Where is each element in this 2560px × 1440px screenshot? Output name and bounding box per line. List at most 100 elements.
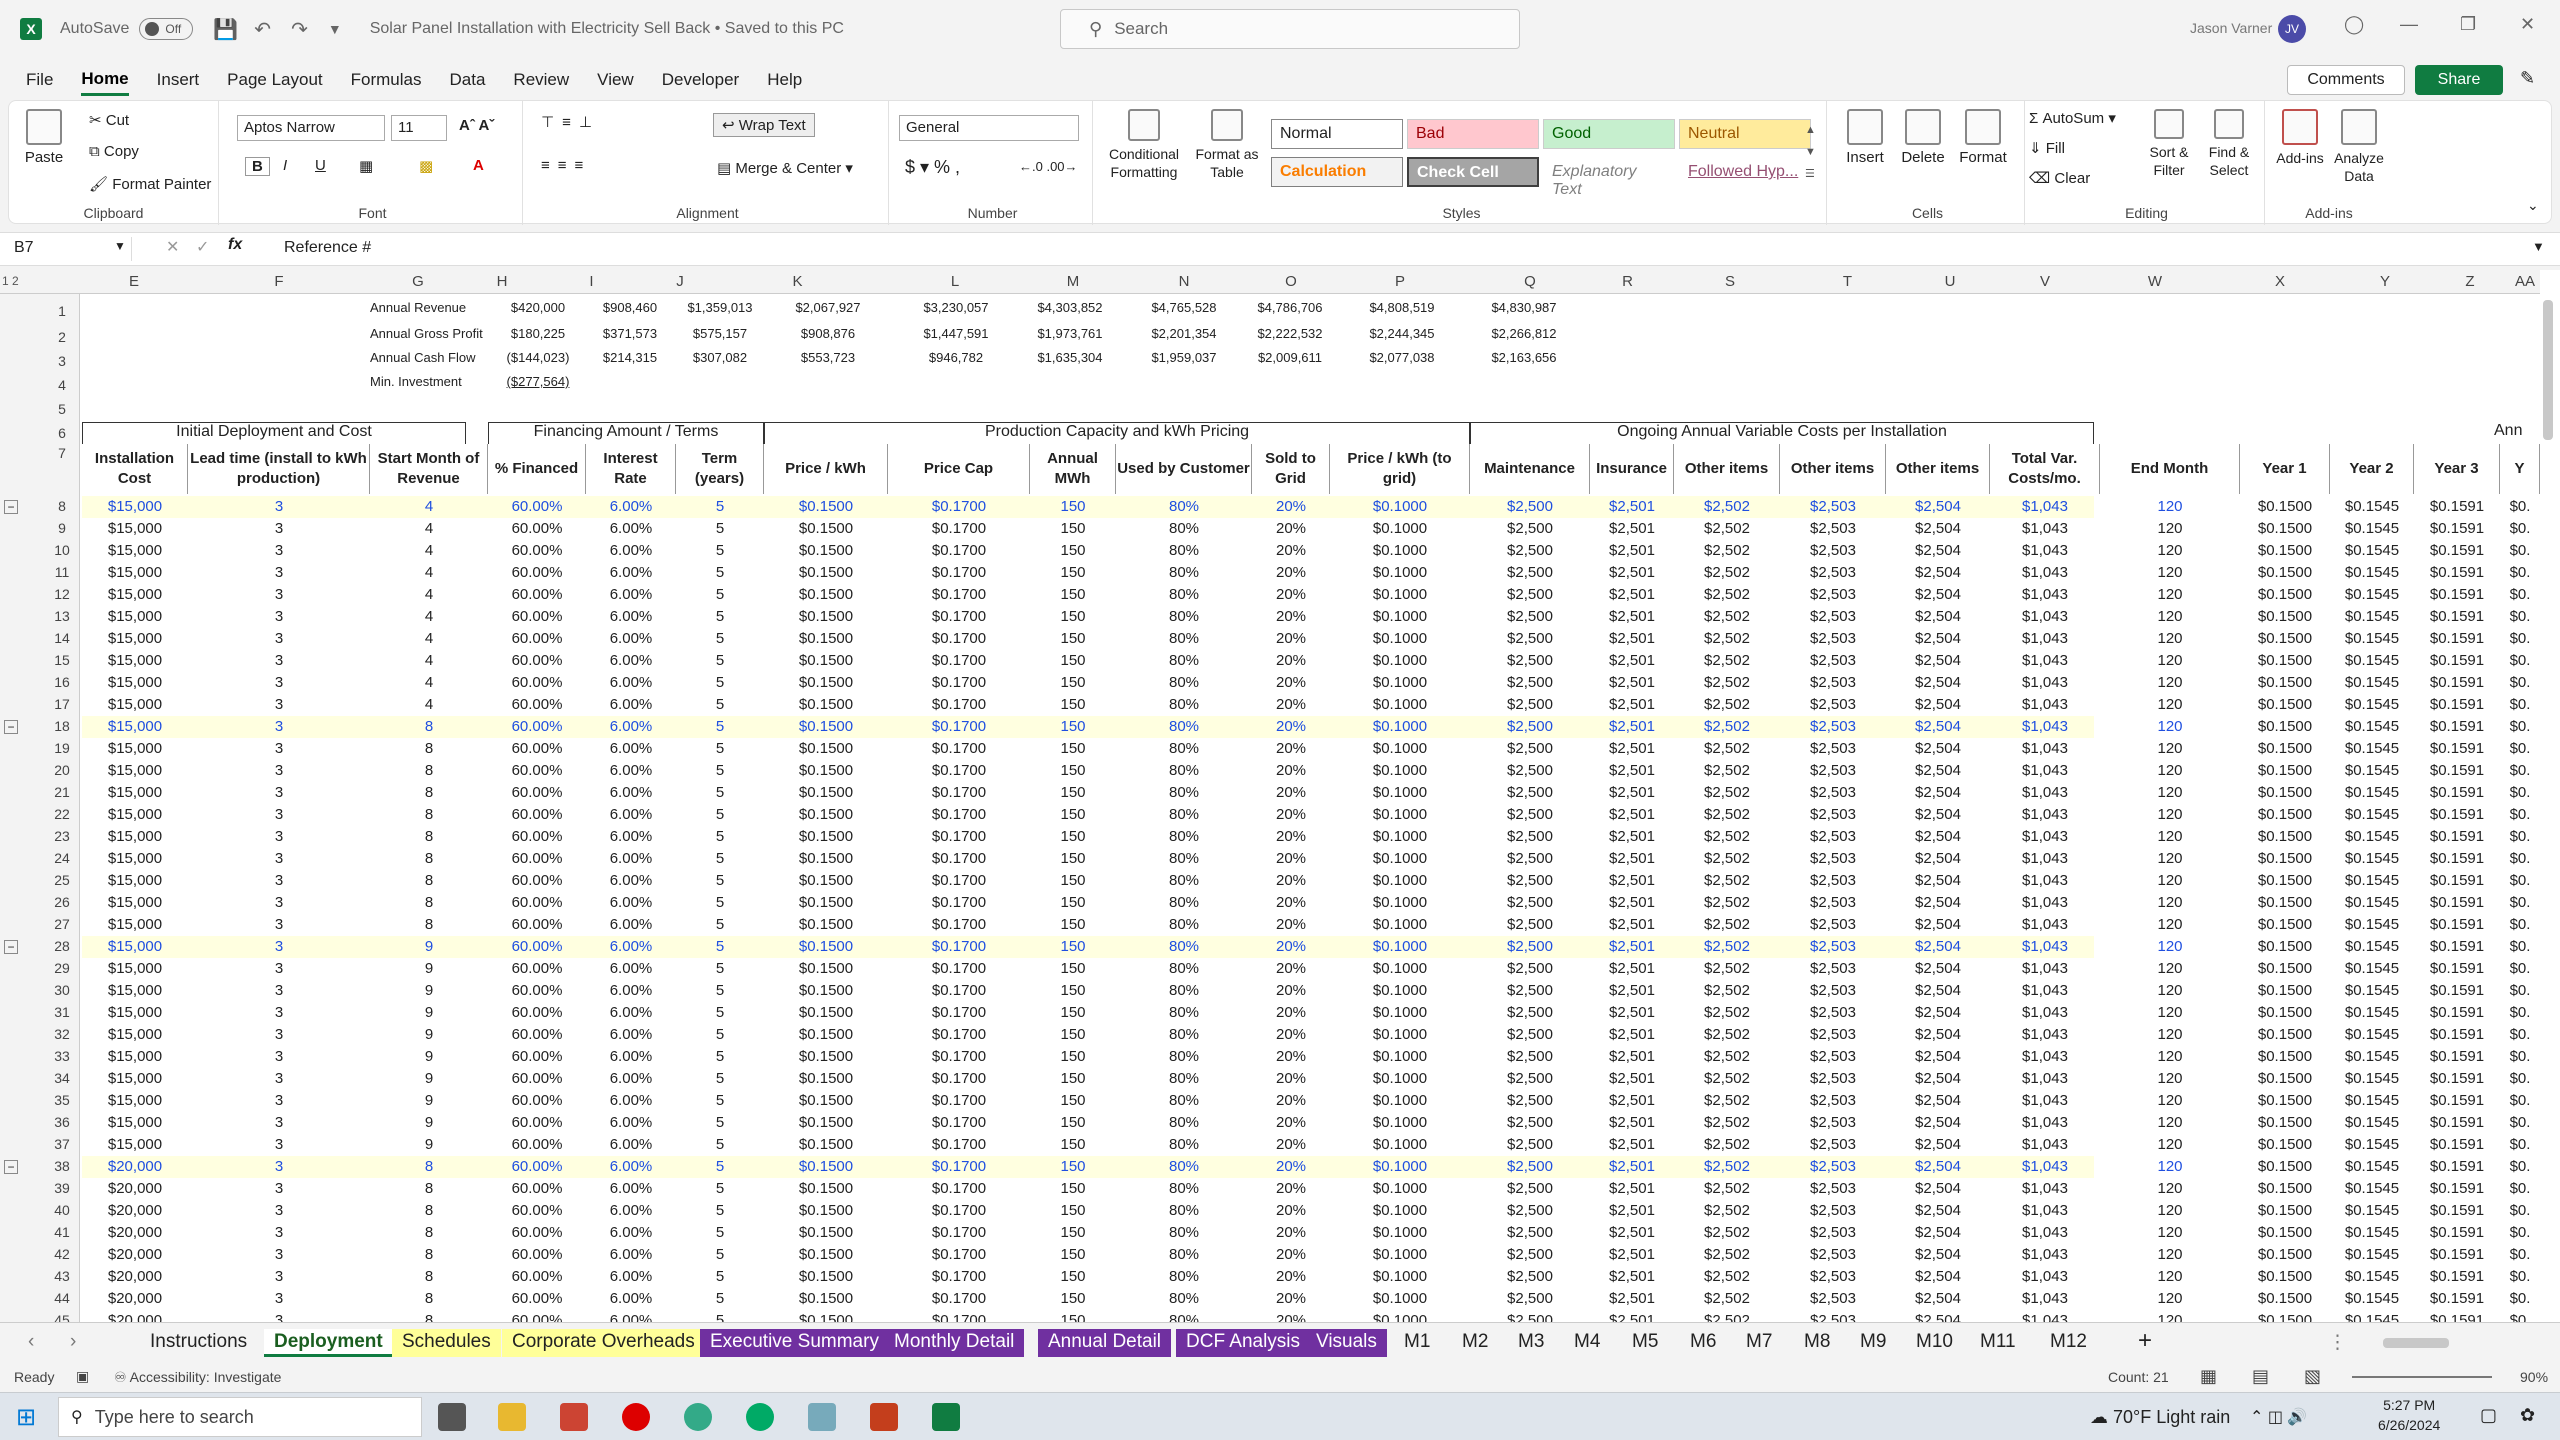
col-header-L[interactable]: L xyxy=(880,273,1030,290)
format-painter-button[interactable]: 🖌 Format Painter xyxy=(89,175,211,193)
sheet-tab-dcf-analysis[interactable]: DCF Analysis xyxy=(1176,1329,1311,1357)
menu-page-layout[interactable]: Page Layout xyxy=(227,66,322,94)
row-header[interactable]: 10 xyxy=(44,542,80,558)
sheet-tab-annual-detail[interactable]: Annual Detail xyxy=(1038,1329,1172,1357)
cut-button[interactable]: ✂ Cut xyxy=(89,111,129,129)
row-header[interactable]: 44 xyxy=(44,1290,80,1306)
row-header[interactable]: 32 xyxy=(44,1026,80,1042)
page-break-icon[interactable]: ▧ xyxy=(2304,1366,2321,1387)
row-header[interactable]: 43 xyxy=(44,1268,80,1284)
menu-review[interactable]: Review xyxy=(513,66,569,94)
pen-icon[interactable]: ✎ xyxy=(2520,68,2535,89)
style-neutral[interactable]: Neutral xyxy=(1679,119,1811,149)
row-header[interactable]: 37 xyxy=(44,1136,80,1152)
row-header[interactable]: 18 xyxy=(44,718,80,734)
style-calculation[interactable]: Calculation xyxy=(1271,157,1403,187)
style-normal[interactable]: Normal xyxy=(1271,119,1403,149)
row-header[interactable]: 30 xyxy=(44,982,80,998)
col-header-P[interactable]: P xyxy=(1330,273,1470,290)
col-header-U[interactable]: U xyxy=(1900,273,2000,290)
copilot-icon[interactable]: ✿ xyxy=(2520,1405,2535,1426)
row-header[interactable]: 12 xyxy=(44,586,80,602)
row-header[interactable]: 16 xyxy=(44,674,80,690)
sheet-tab-executive-summary[interactable]: Executive Summary xyxy=(700,1329,889,1357)
sheet-tab-corporate-overheads[interactable]: Corporate Overheads xyxy=(502,1329,705,1357)
menu-help[interactable]: Help xyxy=(767,66,802,94)
row-header[interactable]: 17 xyxy=(44,696,80,712)
style-explanatory[interactable]: Explanatory Text xyxy=(1543,157,1675,198)
row-header[interactable]: 45 xyxy=(44,1312,80,1322)
horizontal-align-icons[interactable]: ≡≡≡ xyxy=(541,157,591,174)
col-header-M[interactable]: M xyxy=(1030,273,1116,290)
row-header[interactable]: 28 xyxy=(44,938,80,954)
sheet-tab-deployment[interactable]: Deployment xyxy=(264,1329,393,1357)
row-header[interactable]: 1 xyxy=(44,303,80,319)
sheet-tab-m9[interactable]: M9 xyxy=(1850,1329,1896,1357)
add-sheet-icon[interactable]: + xyxy=(2138,1327,2152,1355)
notification-icon[interactable]: ▢ xyxy=(2480,1405,2497,1426)
col-header-V[interactable]: V xyxy=(2000,273,2090,290)
row-header[interactable]: 42 xyxy=(44,1246,80,1262)
autosum-button[interactable]: Σ AutoSum ▾ xyxy=(2029,109,2116,127)
vertical-scrollbar[interactable] xyxy=(2543,300,2553,440)
excel-taskbar-icon[interactable] xyxy=(932,1403,960,1431)
minimize-icon[interactable]: — xyxy=(2400,14,2418,35)
tab-menu-icon[interactable]: ⋮ xyxy=(2328,1331,2347,1354)
sheet-tab-m2[interactable]: M2 xyxy=(1452,1329,1498,1357)
row-header[interactable]: 3 xyxy=(44,353,80,369)
sheet-tab-m5[interactable]: M5 xyxy=(1622,1329,1668,1357)
collapse-ribbon-icon[interactable]: ⌄ xyxy=(2527,197,2539,214)
row-header[interactable]: 21 xyxy=(44,784,80,800)
format-cells-button[interactable]: Format xyxy=(1953,109,2013,167)
expand-formula-icon[interactable]: ▼ xyxy=(2532,239,2545,254)
customize-qat-icon[interactable]: ▼ xyxy=(328,21,342,37)
paste-button[interactable]: Paste xyxy=(19,109,69,167)
row-header[interactable]: 31 xyxy=(44,1004,80,1020)
task-view-icon[interactable] xyxy=(438,1403,466,1431)
col-header-W[interactable]: W xyxy=(2090,273,2220,290)
row-header[interactable]: 20 xyxy=(44,762,80,778)
borders-icon[interactable]: ▦ xyxy=(359,157,373,175)
row-header[interactable]: 11 xyxy=(44,564,80,580)
row-header[interactable]: 39 xyxy=(44,1180,80,1196)
row-header[interactable]: 38 xyxy=(44,1158,80,1174)
sort-filter-button[interactable]: Sort & Filter xyxy=(2141,109,2197,179)
menu-insert[interactable]: Insert xyxy=(157,66,200,94)
currency-icon[interactable]: $ ▾ % , xyxy=(905,157,960,178)
sheet-tab-schedules[interactable]: Schedules xyxy=(392,1329,501,1357)
collapse-group-icon[interactable]: − xyxy=(4,720,18,734)
row-header[interactable]: 40 xyxy=(44,1202,80,1218)
powerpoint-icon[interactable] xyxy=(870,1403,898,1431)
wrap-text-button[interactable]: ↩ Wrap Text xyxy=(713,113,815,137)
tray-icons[interactable]: ⌃ ◫ 🔊 xyxy=(2250,1407,2307,1427)
style-followed-hyperlink[interactable]: Followed Hyp... xyxy=(1679,157,1811,187)
close-icon[interactable]: ✕ xyxy=(2520,14,2535,35)
snipping-tool-icon[interactable] xyxy=(560,1403,588,1431)
row-header[interactable]: 25 xyxy=(44,872,80,888)
col-header-Y[interactable]: Y xyxy=(2340,273,2430,290)
font-name-combo[interactable]: Aptos Narrow xyxy=(237,115,385,141)
insert-cells-button[interactable]: Insert xyxy=(1837,109,1893,167)
sheet-tab-m11[interactable]: M11 xyxy=(1970,1329,2026,1357)
zoom-slider[interactable] xyxy=(2352,1376,2492,1378)
col-header-G[interactable]: G xyxy=(370,273,466,290)
analyze-data-button[interactable]: Analyze Data xyxy=(2331,109,2387,185)
search-box[interactable]: ⚲ Search xyxy=(1060,9,1520,49)
col-header-AA[interactable]: AA xyxy=(2510,273,2540,290)
col-header-K[interactable]: K xyxy=(715,273,880,290)
collapse-group-icon[interactable]: − xyxy=(4,940,18,954)
style-bad[interactable]: Bad xyxy=(1407,119,1539,149)
clock[interactable]: 5:27 PM 6/26/2024 xyxy=(2378,1395,2440,1435)
row-header[interactable]: 19 xyxy=(44,740,80,756)
italic-button[interactable]: I xyxy=(283,157,287,174)
redo-icon[interactable]: ↷ xyxy=(291,17,308,42)
style-good[interactable]: Good xyxy=(1543,119,1675,149)
sheet-tab-m10[interactable]: M10 xyxy=(1906,1329,1963,1357)
row-header[interactable]: 33 xyxy=(44,1048,80,1064)
fill-button[interactable]: ⇓ Fill xyxy=(2029,139,2065,157)
namebox-dropdown-icon[interactable]: ▼ xyxy=(114,239,126,253)
page-layout-icon[interactable]: ▤ xyxy=(2252,1366,2269,1387)
sheet-tab-m7[interactable]: M7 xyxy=(1736,1329,1782,1357)
merge-center-button[interactable]: ▤ Merge & Center ▾ xyxy=(717,159,853,177)
row-header[interactable]: 34 xyxy=(44,1070,80,1086)
